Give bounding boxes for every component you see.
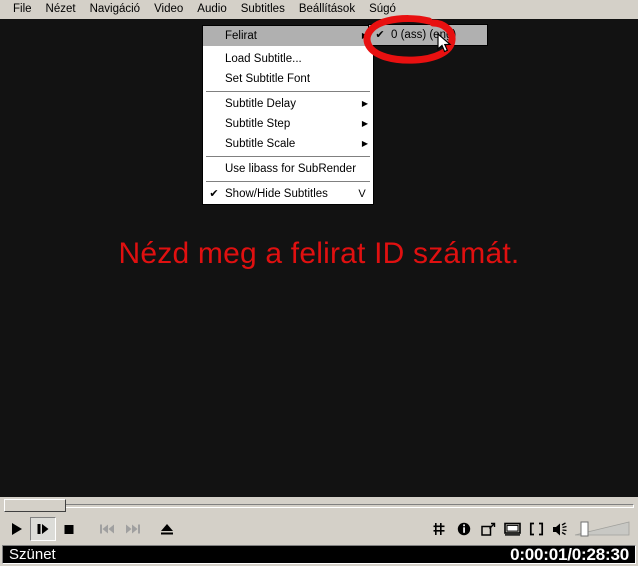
volume-slider[interactable] <box>572 517 634 541</box>
next-button[interactable] <box>120 517 146 541</box>
status-bar: Szünet 0:00:01/0:28:30 <box>0 543 638 566</box>
pause-icon <box>37 524 49 534</box>
menu-audio[interactable]: Audio <box>190 1 233 18</box>
chevron-right-icon: ▶ <box>361 119 369 128</box>
menu-separator <box>206 181 370 182</box>
menu-item-subtitle-scale[interactable]: Subtitle Scale ▶ <box>203 134 373 154</box>
pause-button[interactable] <box>30 517 56 541</box>
menu-item-load-subtitle[interactable]: Load Subtitle... <box>203 49 373 69</box>
speaker-muted-icon <box>552 521 567 535</box>
menu-item-label: Subtitle Step <box>225 118 291 130</box>
skip-forward-icon <box>126 524 140 534</box>
menu-file[interactable]: File <box>6 1 39 18</box>
chevron-right-icon: ▶ <box>361 139 369 148</box>
menu-video[interactable]: Video <box>147 1 190 18</box>
menu-item-show-hide-subtitles[interactable]: ✔ Show/Hide Subtitles V <box>203 184 373 204</box>
submenu-item-label: 0 (ass) (eng) <box>391 29 457 41</box>
fullscreen-icon <box>503 522 521 536</box>
menu-item-label: Use libass for SubRender <box>225 163 357 175</box>
brackets-icon <box>529 522 543 536</box>
play-icon <box>12 523 22 535</box>
media-player-window: File Nézet Navigáció Video Audio Subtitl… <box>0 0 638 566</box>
eject-button[interactable] <box>154 517 180 541</box>
menu-navigacio[interactable]: Navigáció <box>83 1 148 18</box>
status-bar-inner: Szünet 0:00:01/0:28:30 <box>2 545 636 564</box>
subtitles-dropdown-menu: Felirat ▶ Load Subtitle... Set Subtitle … <box>202 25 374 205</box>
info-icon <box>457 522 471 536</box>
menu-item-label: Subtitle Delay <box>225 98 296 110</box>
menu-beallitasok[interactable]: Beállítások <box>292 1 362 18</box>
resize-button[interactable] <box>476 517 500 541</box>
aspect-ratio-button[interactable] <box>524 517 548 541</box>
playlist-icon <box>433 523 445 535</box>
menu-item-shortcut: V <box>358 188 366 200</box>
menu-item-label: Felirat <box>225 30 257 42</box>
menu-item-felirat[interactable]: Felirat ▶ <box>203 26 373 46</box>
menu-item-set-subtitle-font[interactable]: Set Subtitle Font <box>203 69 373 89</box>
seek-bar-area <box>0 497 638 515</box>
stop-button[interactable] <box>56 517 82 541</box>
menu-item-label: Load Subtitle... <box>225 53 302 65</box>
volume-slider-icon <box>574 521 630 537</box>
seek-bar-thumb[interactable] <box>4 499 66 512</box>
previous-button[interactable] <box>94 517 120 541</box>
playlist-button[interactable] <box>428 517 452 541</box>
checkmark-icon: ✔ <box>209 187 219 200</box>
menu-item-label: Set Subtitle Font <box>225 73 311 85</box>
menu-item-label: Subtitle Scale <box>225 138 296 150</box>
checkmark-icon: ✔ <box>375 28 385 41</box>
fullscreen-button[interactable] <box>500 517 524 541</box>
stop-icon <box>64 525 74 534</box>
eject-icon <box>161 524 173 535</box>
menu-separator <box>206 156 370 157</box>
playback-state-label: Szünet <box>9 546 56 563</box>
menu-sugo[interactable]: Súgó <box>362 1 403 18</box>
control-bar <box>0 515 638 543</box>
chevron-right-icon: ▶ <box>361 99 369 108</box>
felirat-submenu: ✔ 0 (ass) (eng) <box>368 24 488 46</box>
mute-button[interactable] <box>548 517 572 541</box>
resize-icon <box>480 522 495 536</box>
time-display: 0:00:01/0:28:30 <box>510 544 629 564</box>
info-button[interactable] <box>452 517 476 541</box>
menu-subtitles[interactable]: Subtitles <box>234 1 292 18</box>
submenu-item-subtitle-track-0[interactable]: ✔ 0 (ass) (eng) <box>369 25 487 45</box>
seek-bar-track[interactable] <box>4 504 634 508</box>
subtitle-text-overlay: Nézd meg a felirat ID számát. <box>118 237 520 270</box>
menu-nezet[interactable]: Nézet <box>39 1 83 18</box>
menu-item-subtitle-delay[interactable]: Subtitle Delay ▶ <box>203 94 373 114</box>
menu-item-use-libass[interactable]: Use libass for SubRender <box>203 159 373 179</box>
menu-separator <box>206 91 370 92</box>
menu-bar: File Nézet Navigáció Video Audio Subtitl… <box>0 0 638 19</box>
menu-item-subtitle-step[interactable]: Subtitle Step ▶ <box>203 114 373 134</box>
menu-item-label: Show/Hide Subtitles <box>225 188 328 200</box>
play-button[interactable] <box>4 517 30 541</box>
skip-backward-icon <box>100 524 114 534</box>
